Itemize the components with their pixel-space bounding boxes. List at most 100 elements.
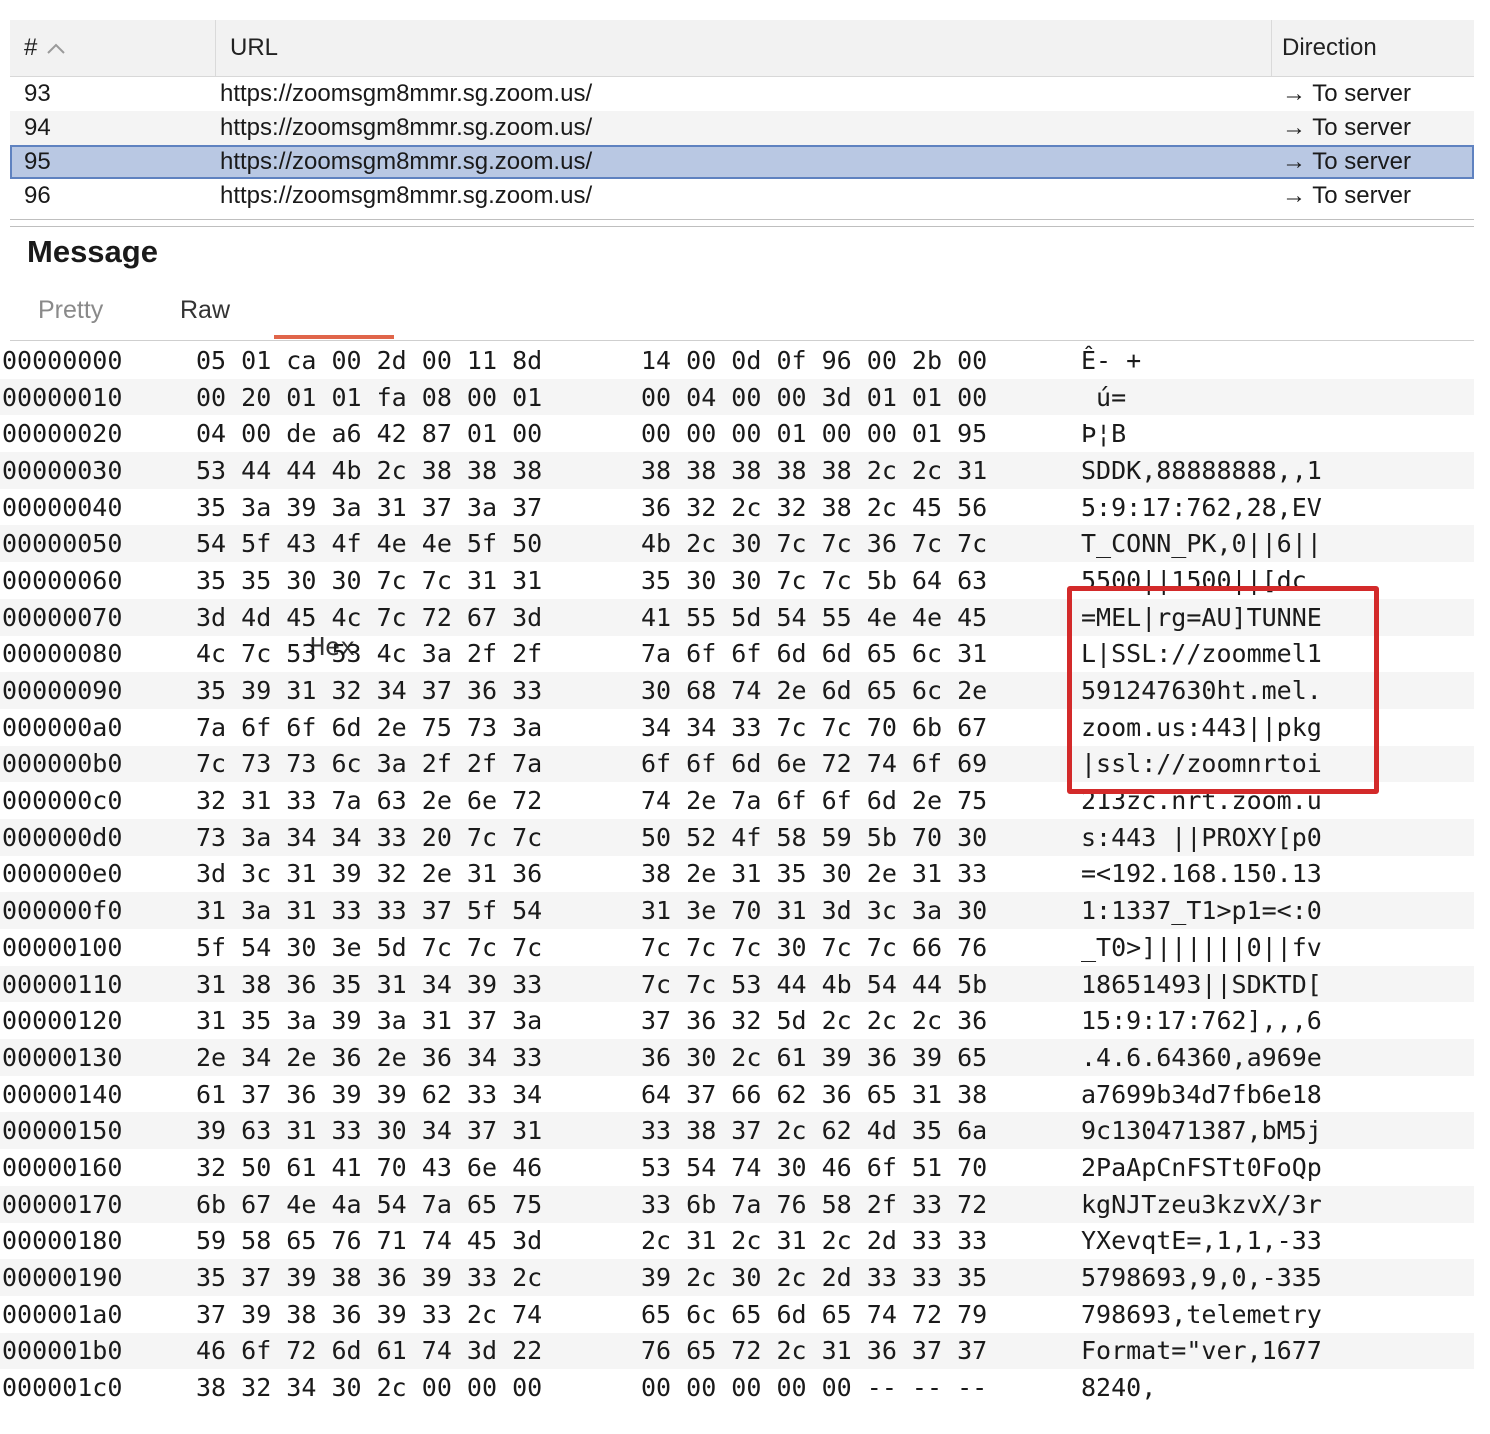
hex-row[interactable]: 000000f0 31 3a 31 33 33 37 5f 54 31 3e 70 … [0, 892, 1474, 929]
hex-offset: 00000050 [2, 529, 123, 559]
hex-row[interactable]: 00000110 31 38 36 35 31 34 39 33 7c 7c 53 … [0, 965, 1474, 1003]
table-row[interactable]: 96 https://zoomsgm8mmr.sg.zoom.us/ → To … [10, 179, 1474, 213]
hex-bytes-second: 7a 6f 6f 6d 6d 65 6c 31 [641, 639, 988, 669]
hex-row[interactable]: 00000080 4c 7c 53 53 4c 3a 2f 2f 7a 6f 6f … [0, 636, 1474, 673]
hex-row[interactable]: 000000a0 7a 6f 6f 6d 2e 75 73 3a 34 34 33 … [0, 709, 1474, 746]
hex-offset: 00000090 [2, 676, 123, 706]
hex-row[interactable]: 00000130 2e 34 2e 36 2e 36 34 33 36 30 2c … [0, 1039, 1474, 1076]
hex-row[interactable]: 00000120 31 35 3a 39 3a 31 37 3a 37 36 32 … [0, 1002, 1474, 1039]
hex-ascii: Þ¦B [1081, 419, 1127, 449]
hex-bytes-first: 31 35 3a 39 3a 31 37 3a [196, 1006, 543, 1036]
hex-row[interactable]: 000000d0 73 3a 34 34 33 20 7c 7c 50 52 4f … [0, 818, 1474, 856]
hex-bytes-second: 41 55 5d 54 55 4e 4e 45 [641, 602, 988, 632]
hex-offset: 00000170 [2, 1189, 123, 1219]
table-row[interactable]: 94 https://zoomsgm8mmr.sg.zoom.us/ → To … [10, 111, 1474, 145]
hex-ascii: _T0>]||||||0||fv [1081, 932, 1322, 962]
tab-pretty[interactable]: Pretty [38, 296, 103, 325]
hex-bytes-second: 74 2e 7a 6f 6f 6d 2e 75 [641, 786, 988, 816]
hex-bytes-second: 00 00 00 00 00 -- -- -- [641, 1373, 988, 1403]
hex-ascii: 591247630ht.mel. [1081, 676, 1322, 706]
hex-row[interactable]: 000000b0 7c 73 73 6c 3a 2f 2f 7a 6f 6f 6d … [0, 745, 1474, 783]
hex-row[interactable]: 000001a0 37 39 38 36 39 33 2c 74 65 6c 65 … [0, 1296, 1474, 1333]
tab-raw[interactable]: Raw [180, 296, 230, 325]
hex-bytes-second: 35 30 30 7c 7c 5b 64 63 [641, 565, 988, 595]
hex-bytes-second: 36 32 2c 32 38 2c 45 56 [641, 492, 988, 522]
hex-row[interactable]: 00000000 05 01 ca 00 2d 00 11 8d 14 00 0d … [0, 342, 1474, 379]
hex-bytes-first: 35 3a 39 3a 31 37 3a 37 [196, 492, 543, 522]
hex-row[interactable]: 000001b0 46 6f 72 6d 61 74 3d 22 76 65 72 … [0, 1332, 1474, 1370]
hex-ascii: 798693,telemetry [1081, 1299, 1322, 1329]
hex-offset: 000000e0 [2, 859, 123, 889]
hex-ascii: |ssl://zoomnrtoi [1081, 749, 1322, 779]
hex-row[interactable]: 00000020 04 00 de a6 42 87 01 00 00 00 00 … [0, 415, 1474, 452]
hex-offset: 00000030 [2, 455, 123, 485]
hex-bytes-second: 30 68 74 2e 6d 65 6c 2e [641, 676, 988, 706]
hex-bytes-first: 46 6f 72 6d 61 74 3d 22 [196, 1336, 543, 1366]
row-number: 94 [24, 114, 51, 141]
row-direction: → To server [1282, 114, 1411, 141]
hex-bytes-first: 54 5f 43 4f 4e 4e 5f 50 [196, 529, 543, 559]
row-url: https://zoomsgm8mmr.sg.zoom.us/ [220, 114, 593, 141]
row-number: 93 [24, 80, 51, 107]
hex-ascii: Ê- + [1081, 345, 1142, 375]
hex-ascii: 213zc.nrt.zoom.u [1081, 786, 1322, 816]
hex-offset: 00000070 [2, 602, 123, 632]
hex-row[interactable]: 00000140 61 37 36 39 39 62 33 34 64 37 66 … [0, 1076, 1474, 1113]
hex-row[interactable]: 00000040 35 3a 39 3a 31 37 3a 37 36 32 2c … [0, 489, 1474, 526]
column-header-direction[interactable]: Direction [1272, 20, 1474, 76]
hex-ascii: =MEL|rg=AU]TUNNE [1081, 602, 1322, 632]
hex-bytes-first: 7c 73 73 6c 3a 2f 2f 7a [196, 749, 543, 779]
hex-row[interactable]: 00000090 35 39 31 32 34 37 36 33 30 68 74 … [0, 672, 1474, 709]
message-tabs: Pretty Raw Hex [10, 290, 1474, 661]
hex-row[interactable]: 00000010 00 20 01 01 fa 08 00 01 00 04 00 … [0, 378, 1474, 416]
hex-offset: 000001b0 [2, 1336, 123, 1366]
table-row-selected[interactable]: 95 https://zoomsgm8mmr.sg.zoom.us/ → To … [10, 145, 1474, 179]
hex-bytes-first: 04 00 de a6 42 87 01 00 [196, 419, 543, 449]
hex-offset: 000000c0 [2, 786, 123, 816]
panel-splitter[interactable] [10, 219, 1474, 227]
hex-bytes-first: 05 01 ca 00 2d 00 11 8d [196, 345, 543, 375]
hex-row[interactable]: 00000060 35 35 30 30 7c 7c 31 31 35 30 30 … [0, 562, 1474, 599]
hex-bytes-second: 36 30 2c 61 39 36 39 65 [641, 1042, 988, 1072]
table-body: 93 https://zoomsgm8mmr.sg.zoom.us/ → To … [10, 77, 1474, 213]
hex-row[interactable]: 00000150 39 63 31 33 30 34 37 31 33 38 37 … [0, 1112, 1474, 1150]
hex-ascii: Format="ver,1677 [1081, 1336, 1322, 1366]
hex-offset: 000000d0 [2, 822, 123, 852]
hex-ascii: SDDK,88888888,,1 [1081, 455, 1322, 485]
hex-offset: 00000120 [2, 1006, 123, 1036]
hex-offset: 00000060 [2, 565, 123, 595]
hex-view[interactable]: 00000000 05 01 ca 00 2d 00 11 8d 14 00 0d … [0, 342, 1474, 1406]
hex-bytes-first: 3d 4d 45 4c 7c 72 67 3d [196, 602, 543, 632]
hex-offset: 00000180 [2, 1226, 123, 1256]
hex-row[interactable]: 00000180 59 58 65 76 71 74 45 3d 2c 31 2c … [0, 1223, 1474, 1260]
hex-row[interactable]: 00000030 53 44 44 4b 2c 38 38 38 38 38 38 … [0, 452, 1474, 489]
hex-row[interactable]: 00000190 35 37 39 38 36 39 33 2c 39 2c 30 … [0, 1259, 1474, 1296]
hex-row[interactable]: 00000100 5f 54 30 3e 5d 7c 7c 7c 7c 7c 7c … [0, 929, 1474, 966]
hex-row[interactable]: 00000050 54 5f 43 4f 4e 4e 5f 50 4b 2c 30 … [0, 525, 1474, 563]
active-tab-indicator [274, 335, 394, 339]
hex-offset: 000000f0 [2, 896, 123, 926]
hex-bytes-first: 2e 34 2e 36 2e 36 34 33 [196, 1042, 543, 1072]
hex-ascii: 5500||1500||[dc [1081, 565, 1307, 595]
hex-bytes-first: 31 38 36 35 31 34 39 33 [196, 969, 543, 999]
hex-row[interactable]: 000000e0 3d 3c 31 39 32 2e 31 36 38 2e 31 … [0, 856, 1474, 893]
hex-bytes-first: 7a 6f 6f 6d 2e 75 73 3a [196, 712, 543, 742]
hex-bytes-second: 2c 31 2c 31 2c 2d 33 33 [641, 1226, 988, 1256]
table-row[interactable]: 93 https://zoomsgm8mmr.sg.zoom.us/ → To … [10, 77, 1474, 111]
hex-offset: 00000040 [2, 492, 123, 522]
hex-row[interactable]: 00000070 3d 4d 45 4c 7c 72 67 3d 41 55 5d … [0, 598, 1474, 636]
hex-bytes-first: 73 3a 34 34 33 20 7c 7c [196, 822, 543, 852]
hex-row[interactable]: 00000170 6b 67 4e 4a 54 7a 65 75 33 6b 7a … [0, 1185, 1474, 1223]
hex-offset: 00000140 [2, 1079, 123, 1109]
hex-row[interactable]: 00000160 32 50 61 41 70 43 6e 46 53 54 74 … [0, 1149, 1474, 1186]
hex-offset: 00000190 [2, 1263, 123, 1293]
hex-row[interactable]: 000001c0 38 32 34 30 2c 00 00 00 00 00 00 … [0, 1369, 1474, 1406]
hex-ascii: 9c130471387,bM5j [1081, 1116, 1322, 1146]
hex-row[interactable]: 000000c0 32 31 33 7a 63 2e 6e 72 74 2e 7a … [0, 782, 1474, 819]
column-header-url[interactable]: URL [216, 20, 1272, 76]
hex-bytes-second: 65 6c 65 6d 65 74 72 79 [641, 1299, 988, 1329]
hex-ascii: .4.6.64360,a969e [1081, 1042, 1322, 1072]
column-header-number[interactable]: # [10, 20, 216, 76]
hex-ascii: zoom.us:443||pkg [1081, 712, 1322, 742]
hex-bytes-first: 32 31 33 7a 63 2e 6e 72 [196, 786, 543, 816]
